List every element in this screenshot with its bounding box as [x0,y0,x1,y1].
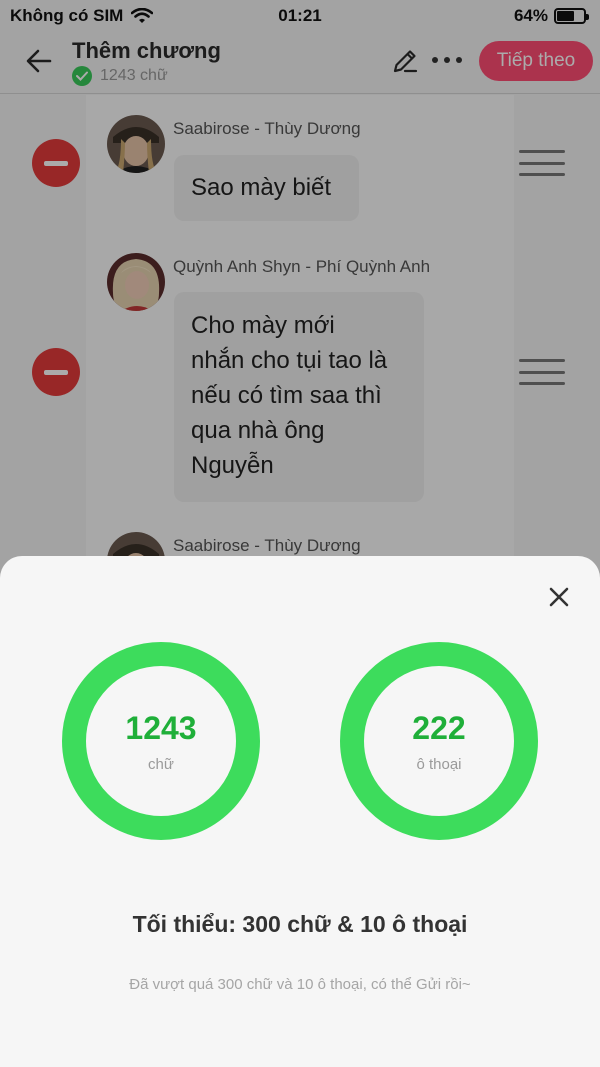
dialogue-count-ring: 222 ô thoại [340,642,538,840]
minimum-requirement: Tối thiểu: 300 chữ & 10 ô thoại [132,911,468,937]
requirement-hint: Đã vượt quá 300 chữ và 10 ô thoại, có th… [129,976,471,993]
word-count-value: 1243 [125,709,197,746]
word-count-sheet: 1243 chữ 222 ô thoại Tối thiểu: 300 chữ … [0,556,600,1067]
word-count-unit: chữ [148,755,174,773]
dialogue-count-unit: ô thoại [416,755,462,773]
word-count-ring: 1243 chữ [62,642,260,840]
dialogue-count-value: 222 [412,709,466,746]
close-icon[interactable] [544,582,574,612]
